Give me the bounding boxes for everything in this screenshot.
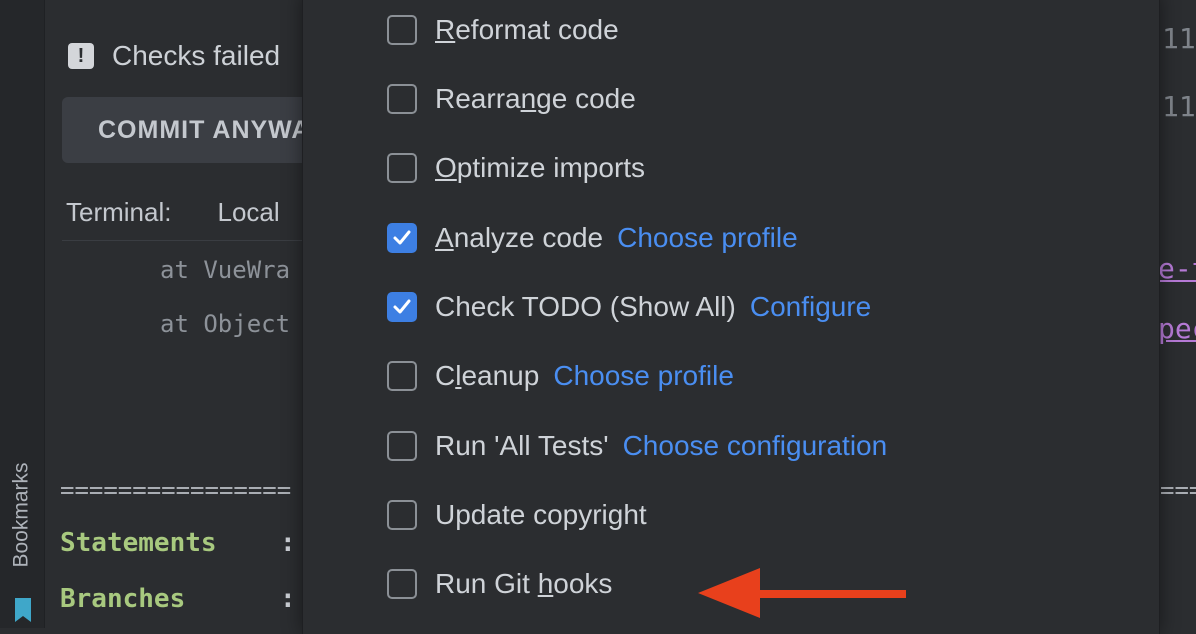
commit-option-link[interactable]: Configure: [750, 291, 871, 323]
coverage-label: Statements: [60, 528, 217, 558]
commit-option-checkbox[interactable]: [387, 569, 417, 599]
checkmark-icon: [393, 299, 411, 314]
label-mnemonic: O: [435, 152, 457, 183]
commit-option-label: Analyze code: [435, 222, 603, 254]
terminal-header: Terminal: Local: [66, 190, 280, 234]
label-mnemonic: R: [435, 14, 456, 45]
label-mnemonic: h: [537, 568, 554, 599]
commit-option-row[interactable]: Reformat code: [387, 5, 619, 55]
label-part: ptimize imports: [456, 152, 646, 183]
label-part: ooks: [553, 568, 613, 599]
commit-option-checkbox[interactable]: [387, 223, 417, 253]
commit-option-link[interactable]: Choose configuration: [623, 430, 888, 462]
editor-separator: ===: [1160, 476, 1196, 504]
label-part: ge code: [536, 83, 636, 114]
stack-trace-line: at Object: [160, 310, 291, 338]
commit-option-label: Check TODO (Show All): [435, 291, 736, 323]
label-part: Run Git: [435, 568, 538, 599]
bookmarks-tool-tab[interactable]: Bookmarks: [8, 445, 36, 585]
checks-failed-text: Checks failed: [112, 40, 281, 71]
commit-option-link[interactable]: Choose profile: [553, 360, 734, 392]
label-part: C: [435, 360, 456, 391]
coverage-colon: :: [280, 528, 296, 558]
commit-option-checkbox[interactable]: [387, 153, 417, 183]
commit-option-link[interactable]: Choose profile: [617, 222, 798, 254]
coverage-colon: :: [280, 584, 296, 614]
terminal-divider: [62, 240, 302, 241]
line-number: 11: [1162, 22, 1196, 55]
commit-option-label: Run Git hooks: [435, 568, 612, 600]
label-mnemonic: n: [520, 83, 537, 114]
commit-option-checkbox[interactable]: [387, 292, 417, 322]
bookmark-icon[interactable]: [12, 596, 34, 624]
commit-option-checkbox[interactable]: [387, 361, 417, 391]
terminal-label: Terminal:: [66, 196, 172, 227]
terminal-tab-local[interactable]: Local: [217, 197, 279, 228]
editor-link[interactable]: pec: [1158, 312, 1196, 345]
commit-option-label: Optimize imports: [435, 152, 645, 184]
commit-option-row[interactable]: Check TODO (Show All) Configure: [387, 282, 871, 332]
commit-option-label: Run 'All Tests': [435, 430, 609, 462]
commit-option-row[interactable]: Update copyright: [387, 490, 647, 540]
checkmark-icon: [393, 230, 411, 245]
commit-option-row[interactable]: Rearrange code: [387, 74, 636, 124]
stack-trace-line: at VueWra: [160, 256, 291, 284]
commit-option-label: Reformat code: [435, 14, 619, 46]
label-part: Rearra: [435, 83, 521, 114]
commit-option-label: Update copyright: [435, 499, 647, 531]
commit-option-row[interactable]: Optimize imports: [387, 143, 645, 193]
label-mnemonic: A: [435, 222, 454, 253]
checks-failed-notice: ! Checks failed: [68, 36, 280, 76]
coverage-separator: ================: [60, 476, 292, 504]
editor-link[interactable]: e-t: [1158, 252, 1196, 285]
coverage-label: Branches: [60, 584, 186, 614]
commit-option-checkbox[interactable]: [387, 84, 417, 114]
commit-option-checkbox[interactable]: [387, 500, 417, 530]
bookmarks-label: Bookmarks: [10, 462, 33, 568]
red-arrow-icon: [698, 568, 906, 618]
label-part: eanup: [461, 360, 540, 391]
label-part: nalyze code: [453, 222, 604, 253]
coverage-row-statements: Statements :: [60, 528, 296, 558]
commit-anyway-button[interactable]: COMMIT ANYWAY: [62, 97, 342, 163]
commit-options-popup: Reformat code Rearrange code Optimize impo…: [302, 0, 1160, 634]
exclamation-square-icon: !: [68, 43, 94, 69]
label-part: eformat code: [455, 14, 619, 45]
commit-option-row[interactable]: Run Git hooks: [387, 559, 612, 609]
commit-option-label: Cleanup: [435, 360, 539, 392]
label-part: Run 'All Tests': [435, 430, 609, 461]
label-part: Update copyright: [435, 499, 647, 530]
commit-option-label: Rearrange code: [435, 83, 636, 115]
line-number: 11: [1162, 90, 1196, 123]
label-part: Check TODO (Show All): [435, 291, 736, 322]
coverage-row-branches: Branches :: [60, 584, 296, 614]
commit-option-checkbox[interactable]: [387, 15, 417, 45]
commit-option-row[interactable]: Run 'All Tests' Choose configuration: [387, 421, 887, 471]
commit-option-row[interactable]: Analyze code Choose profile: [387, 213, 798, 263]
commit-option-row[interactable]: Cleanup Choose profile: [387, 351, 734, 401]
commit-option-checkbox[interactable]: [387, 431, 417, 461]
